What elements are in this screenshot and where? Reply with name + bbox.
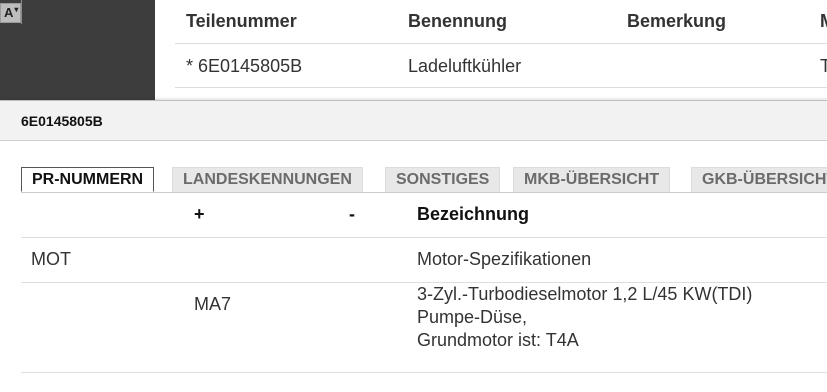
description-cell: 3-Zyl.-Turbodieselmotor 1,2 L/45 KW(TDI)… [417, 283, 752, 352]
tab-bar: PR-NUMMERN LANDESKENNUNGEN SONSTIGES MKB… [21, 167, 827, 192]
header-benennung[interactable]: Benennung [408, 11, 507, 32]
table-row: MOT Motor-Spezifikationen [21, 238, 827, 283]
tab-landeskennungen[interactable]: LANDESKENNUNGEN [172, 167, 363, 192]
pr-numbers-table: + - Bezeichnung MOT Motor-Spezifikatione… [21, 193, 827, 373]
header-plus: + [194, 204, 205, 224]
column-filter-label: A [4, 5, 14, 20]
parts-table: Teilenummer Benennung Bemerkung M * 6E01… [175, 0, 827, 88]
column-filter-button[interactable]: A▾ [0, 3, 21, 23]
description-line: Grundmotor ist: T4A [417, 330, 579, 350]
tab-pr-nummern[interactable]: PR-NUMMERN [21, 167, 155, 192]
header-bezeichnung: Bezeichnung [417, 204, 530, 224]
code-cell: MOT [31, 249, 71, 269]
description-line: 3-Zyl.-Turbodieselmotor 1,2 L/45 KW(TDI) [417, 284, 753, 304]
left-panel: A▾ [0, 0, 155, 100]
description-line: Pumpe-Düse, [417, 307, 528, 327]
part-details-modal: 6E0145805B PR-NUMMERN LANDESKENNUNGEN SO… [0, 100, 827, 392]
pr-table-header: + - Bezeichnung [21, 193, 827, 238]
plus-cell: MA7 [194, 294, 232, 314]
table-row: MA7 3-Zyl.-Turbodieselmotor 1,2 L/45 KW(… [21, 283, 827, 373]
parts-table-header: Teilenummer Benennung Bemerkung M [175, 0, 827, 44]
tab-label: LANDESKENNUNGEN [183, 171, 352, 188]
tab-mkb-uebersicht[interactable]: MKB-ÜBERSICHT [513, 167, 671, 192]
m-cell: T [820, 56, 827, 76]
tab-label: SONSTIGES [396, 171, 490, 188]
header-m[interactable]: M [820, 11, 827, 32]
tab-sonstiges[interactable]: SONSTIGES [385, 167, 501, 192]
column-divider [21, 0, 22, 24]
header-minus: - [349, 204, 355, 224]
modal-header: 6E0145805B [0, 101, 827, 141]
description-cell: Motor-Spezifikationen [417, 249, 592, 269]
header-bemerkung[interactable]: Bemerkung [627, 11, 726, 32]
tab-gkb-uebersicht[interactable]: GKB-ÜBERSICHT [691, 167, 827, 192]
tab-label: GKB-ÜBERSICHT [702, 171, 827, 188]
table-row[interactable]: * 6E0145805B Ladeluftkühler T [175, 44, 827, 88]
chevron-down-icon: ▾ [14, 5, 19, 14]
tab-label: MKB-ÜBERSICHT [524, 171, 660, 188]
part-name-cell: Ladeluftkühler [408, 56, 522, 76]
header-teilenummer[interactable]: Teilenummer [186, 11, 297, 32]
modal-title: 6E0145805B [21, 113, 103, 129]
tab-label: PR-NUMMERN [32, 171, 144, 188]
part-number-cell[interactable]: * 6E0145805B [186, 56, 302, 77]
